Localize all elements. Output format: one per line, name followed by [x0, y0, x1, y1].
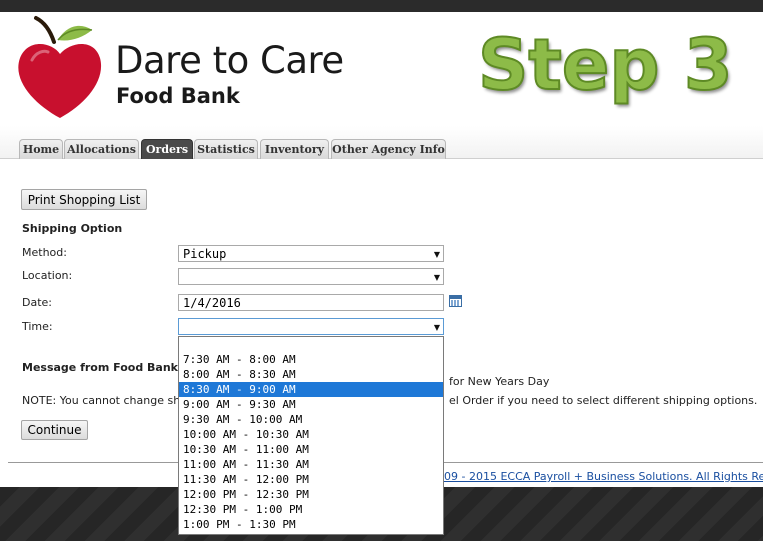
method-select[interactable]: Pickup ▼	[178, 245, 444, 262]
time-option-selected[interactable]: 8:30 AM - 9:00 AM	[179, 382, 443, 397]
note-text-end: el Order if you need to select different…	[449, 394, 758, 407]
chevron-down-icon: ▼	[433, 250, 440, 259]
method-label: Method:	[22, 246, 67, 259]
print-shopping-list-button[interactable]: Print Shopping List	[21, 189, 147, 210]
message-heading: Message from Food Bank:	[22, 361, 183, 374]
date-label: Date:	[22, 296, 52, 309]
chevron-down-icon: ▼	[433, 323, 440, 332]
time-option[interactable]: 11:00 AM - 11:30 AM	[179, 457, 443, 472]
tab-allocations[interactable]: Allocations	[64, 139, 139, 159]
location-select[interactable]: ▼	[178, 268, 444, 285]
top-dark-bar	[0, 0, 763, 12]
time-option[interactable]: 10:30 AM - 11:00 AM	[179, 442, 443, 457]
note-text-start: NOTE: You cannot change ship	[22, 394, 191, 407]
brand-subtitle: Food Bank	[116, 84, 240, 108]
tab-orders[interactable]: Orders	[141, 139, 193, 159]
continue-button[interactable]: Continue	[21, 420, 88, 440]
location-label: Location:	[22, 269, 73, 282]
step-label: Step 3	[477, 24, 734, 106]
shipping-option-heading: Shipping Option	[22, 222, 123, 235]
time-option[interactable]: 10:00 AM - 10:30 AM	[179, 427, 443, 442]
time-option[interactable]: 7:30 AM - 8:00 AM	[179, 352, 443, 367]
brand-title: Dare to Care	[115, 39, 344, 82]
time-option[interactable]: 12:30 PM - 1:00 PM	[179, 502, 443, 517]
tab-other-agency-info[interactable]: Other Agency Info	[331, 139, 446, 159]
time-select[interactable]: ▼	[178, 318, 444, 335]
time-option[interactable]: 12:00 PM - 12:30 PM	[179, 487, 443, 502]
message-text: for New Years Day	[449, 375, 550, 388]
time-dropdown-list[interactable]: 7:30 AM - 8:00 AM 8:00 AM - 8:30 AM 8:30…	[178, 336, 444, 535]
tab-inventory[interactable]: Inventory	[260, 139, 329, 159]
time-option[interactable]: 9:30 AM - 10:00 AM	[179, 412, 443, 427]
tab-statistics[interactable]: Statistics	[194, 139, 258, 159]
method-value: Pickup	[183, 247, 227, 261]
time-option[interactable]: 9:00 AM - 9:30 AM	[179, 397, 443, 412]
time-label: Time:	[22, 320, 53, 333]
calendar-icon[interactable]	[449, 295, 462, 307]
time-option[interactable]: 11:30 AM - 12:00 PM	[179, 472, 443, 487]
date-input[interactable]: 1/4/2016	[178, 294, 444, 311]
time-option[interactable]: 8:00 AM - 8:30 AM	[179, 367, 443, 382]
date-value: 1/4/2016	[183, 296, 241, 310]
chevron-down-icon: ▼	[433, 273, 440, 282]
copyright-link[interactable]: 09 - 2015 ECCA Payroll + Business Soluti…	[444, 470, 763, 483]
time-option[interactable]: 1:00 PM - 1:30 PM	[179, 517, 443, 532]
tab-home[interactable]: Home	[19, 139, 63, 159]
apple-heart-logo-icon	[18, 16, 102, 118]
